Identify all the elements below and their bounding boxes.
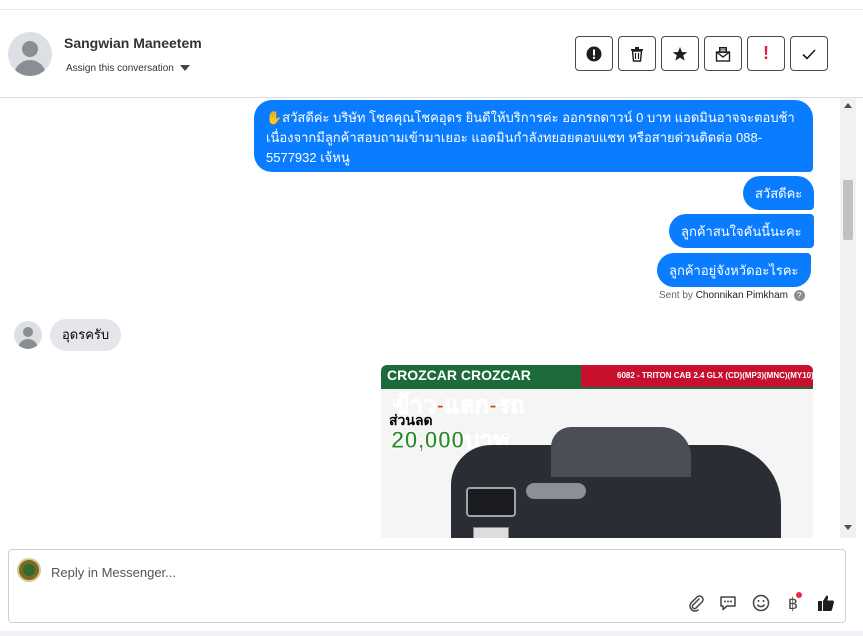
trash-icon [631,46,643,62]
mail-archive-icon [715,46,731,62]
top-divider [0,0,863,10]
exclamation-mark-icon: ! [763,43,769,63]
emoji-button[interactable] [750,592,772,614]
help-icon[interactable]: ? [793,290,805,301]
archive-button[interactable] [704,36,742,71]
contact-name[interactable]: Sangwian Maneetem [64,35,202,51]
smiley-icon [752,594,770,612]
truck-headlight [526,483,586,499]
scroll-up-arrow-icon[interactable] [844,103,852,108]
license-plate [473,527,509,538]
notification-dot [796,592,802,598]
payment-button[interactable]: ฿ [782,592,804,614]
bottom-divider [0,631,863,636]
conversation-header: Sangwian Maneetem Assign this conversati… [0,10,863,98]
sent-by-label: Sent by Chonnikan Pimkham ? [659,290,805,301]
truck-grill [466,487,516,517]
check-icon [802,48,816,60]
like-button[interactable] [815,592,837,614]
contact-avatar[interactable] [8,32,52,76]
chat-bubble-icon [720,596,736,611]
outgoing-message[interactable]: ลูกค้าสนใจคันนี้นะคะ [669,214,814,248]
reply-composer: ฿ [8,549,846,623]
thumbs-up-icon [818,595,834,611]
assign-conversation-link[interactable]: Assign this conversation [66,63,174,74]
model-text: 6082 - TRITON CAB 2.4 GLX (CD)(MP3)(MNC)… [581,365,813,387]
message-thread[interactable]: ✋สวัสดีค่ะ บริษัท โชคคุณโชคอุดร ยินดีให้… [0,98,863,538]
attach-button[interactable] [685,592,707,614]
scrollbar-thumb[interactable] [843,180,853,240]
outgoing-message[interactable]: สวัสดีคะ [743,176,815,210]
paperclip-icon [689,595,704,612]
mark-done-button[interactable] [790,36,828,71]
mark-important-button[interactable]: ! [747,36,785,71]
chevron-down-icon[interactable] [180,65,190,71]
sender-name: Chonnikan Pimkham [695,290,788,302]
exclamation-circle-icon [586,46,602,61]
sent-by-prefix: Sent by [659,290,693,302]
star-icon [672,46,688,61]
saved-replies-button[interactable] [717,592,739,614]
scroll-down-arrow-icon[interactable] [844,525,852,530]
brand-text: CROZCAR CROZCAR [387,367,531,383]
contact-avatar-small [14,321,42,349]
scrollbar[interactable] [840,98,856,538]
truck-window [551,427,691,477]
star-button[interactable] [661,36,699,71]
delete-button[interactable] [618,36,656,71]
incoming-message[interactable]: อุดรครับ [50,319,122,351]
reply-input[interactable] [51,562,651,582]
mark-spam-button[interactable] [575,36,613,71]
page-avatar [17,558,41,582]
outgoing-message[interactable]: ลูกค้าอยู่จังหวัดอะไรคะ [657,253,811,287]
outgoing-message[interactable]: ✋สวัสดีค่ะ บริษัท โชคคุณโชคอุดร ยินดีให้… [254,100,813,172]
image-attachment[interactable]: CROZCAR CROZCAR 6082 - TRITON CAB 2.4 GL… [381,365,813,538]
